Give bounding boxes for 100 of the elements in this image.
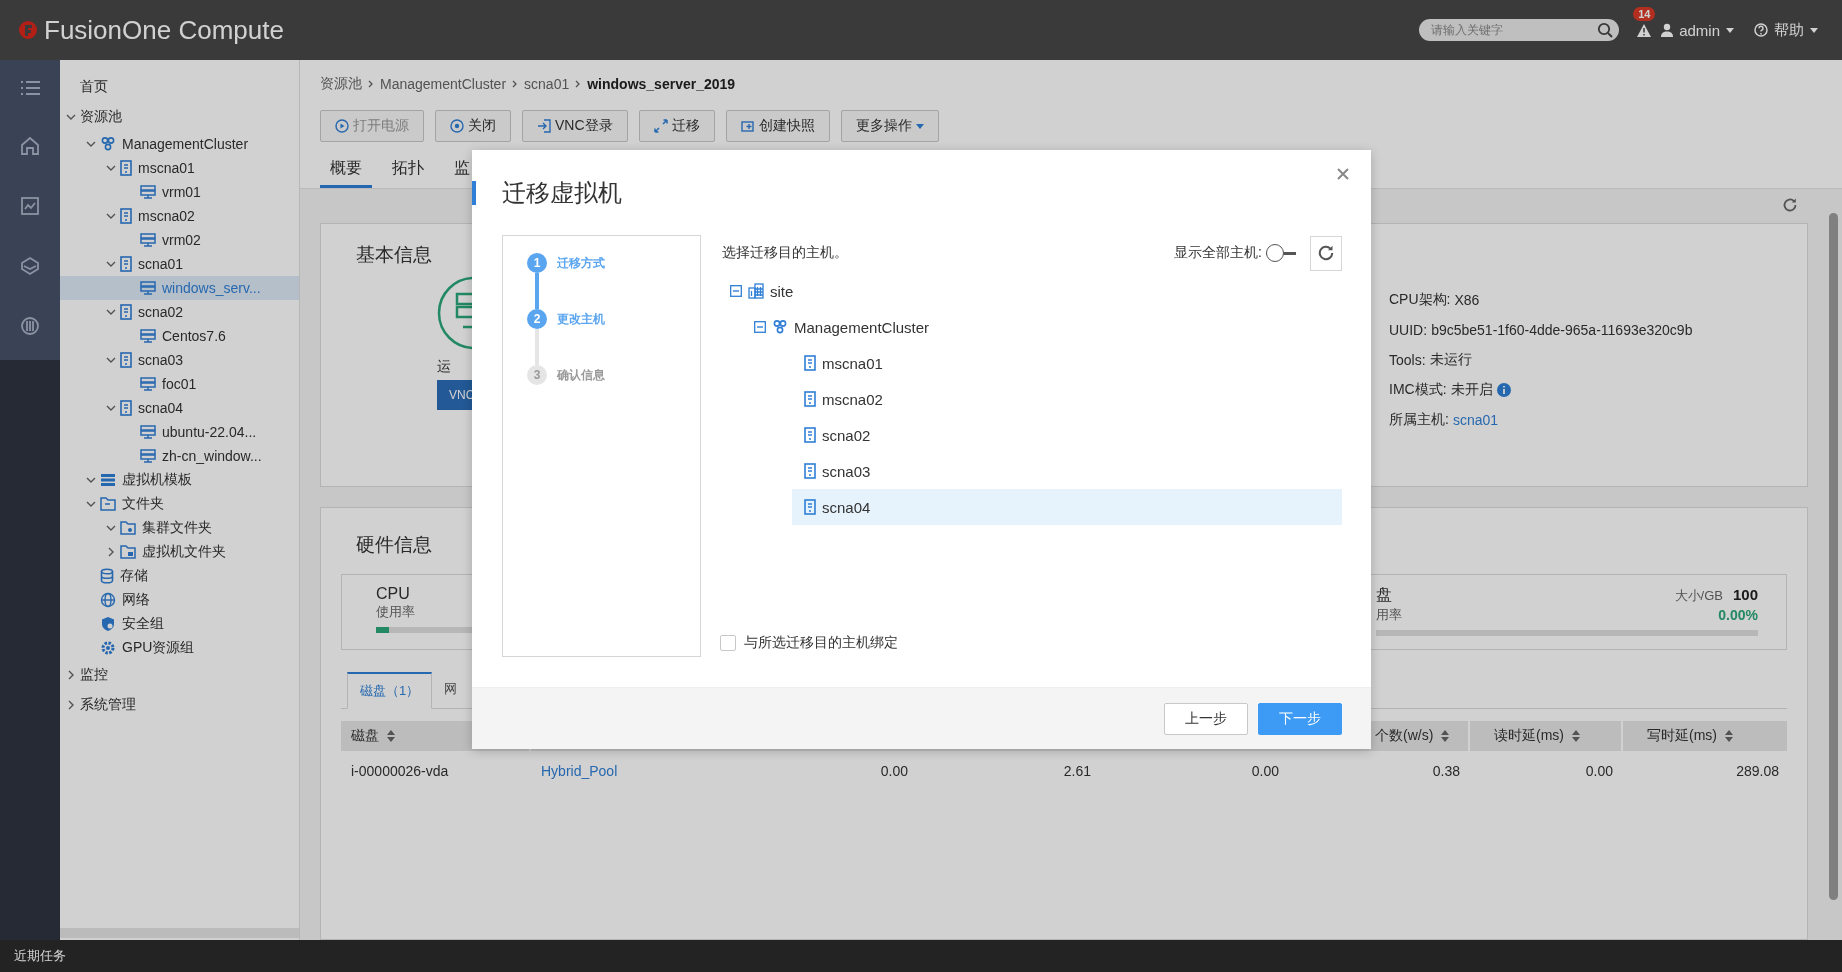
breadcrumb-item[interactable]: ManagementCluster — [380, 76, 507, 92]
help-menu[interactable]: 帮助 — [1754, 20, 1818, 40]
search-icon[interactable] — [1597, 22, 1614, 38]
tree-node[interactable]: site — [730, 273, 1342, 309]
tree-item[interactable]: zh-cn_window... — [60, 444, 299, 468]
tab[interactable]: 网 — [432, 672, 470, 708]
tree-item[interactable]: 集群文件夹 — [60, 516, 299, 540]
chevron-right-icon[interactable] — [66, 700, 76, 710]
tree-item[interactable]: GPU资源组 — [60, 636, 299, 660]
tree-item[interactable]: 监控 — [60, 660, 299, 690]
chevron-down-icon[interactable] — [86, 475, 96, 485]
card-title: 硬件信息 — [356, 533, 432, 557]
tree-item[interactable]: scna02 — [60, 300, 299, 324]
tree-item[interactable]: vrm02 — [60, 228, 299, 252]
tree-item[interactable]: scna04 — [60, 396, 299, 420]
chevron-down-icon[interactable] — [66, 112, 76, 122]
scrollbar[interactable] — [1829, 213, 1838, 900]
chevron-down-icon[interactable] — [106, 211, 116, 221]
chevron-down-icon[interactable] — [106, 403, 116, 413]
cluster-folder-icon — [120, 521, 136, 535]
chevron-right-icon — [368, 80, 374, 88]
tree-item[interactable]: 资源池 — [60, 102, 299, 132]
sort-icon — [1441, 730, 1450, 742]
tree-item[interactable]: 系统管理 — [60, 690, 299, 720]
close-button[interactable] — [1337, 168, 1349, 180]
collapse-icon[interactable] — [754, 321, 766, 333]
breadcrumb-item[interactable]: windows_server_2019 — [587, 76, 736, 92]
tree-item[interactable]: mscna01 — [60, 156, 299, 180]
tree-node[interactable]: mscna02 — [804, 381, 1342, 417]
chevron-right-icon — [575, 80, 582, 88]
chevron-down-icon[interactable] — [106, 523, 116, 533]
tree-item[interactable]: vrm01 — [60, 180, 299, 204]
step-number: 2 — [527, 309, 547, 329]
scrollbar[interactable] — [60, 928, 299, 938]
stop-icon — [450, 119, 464, 133]
server-icon — [120, 352, 132, 368]
chevron-down-icon[interactable] — [106, 259, 116, 269]
tree-item[interactable]: 首页 — [60, 72, 299, 102]
back-button[interactable]: 上一步 — [1164, 702, 1248, 735]
tree-node[interactable]: scna03 — [804, 453, 1342, 489]
toolbar-button[interactable]: 更多操作 — [840, 110, 939, 142]
chevron-down-icon[interactable] — [106, 355, 116, 365]
host-link[interactable]: scna01 — [1452, 412, 1499, 428]
step-label: 迁移方式 — [557, 254, 605, 272]
tree-item[interactable]: mscna02 — [60, 204, 299, 228]
server-icon — [804, 499, 816, 515]
status-bar[interactable]: 近期任务 — [0, 940, 1842, 972]
refresh-button[interactable] — [1310, 235, 1342, 271]
toolbar-button[interactable]: 创建快照 — [725, 110, 830, 142]
menu-icon[interactable] — [20, 80, 40, 96]
breadcrumb-item[interactable]: 资源池 — [320, 75, 362, 93]
warning-icon[interactable] — [1637, 23, 1652, 37]
tree-item[interactable]: 虚拟机模板 — [60, 468, 299, 492]
cluster-icon — [100, 136, 116, 152]
toolbar-button[interactable]: 迁移 — [638, 110, 715, 142]
tree-item[interactable]: ManagementCluster — [60, 132, 299, 156]
chart-icon[interactable] — [20, 196, 40, 216]
breadcrumb-item[interactable]: scna01 — [524, 76, 570, 92]
tree-item[interactable]: scna01 — [60, 252, 299, 276]
storage-link[interactable]: Hybrid_Pool — [541, 763, 618, 779]
tree-item[interactable]: 安全组 — [60, 612, 299, 636]
tree-item[interactable]: 文件夹 — [60, 492, 299, 516]
login-icon — [537, 119, 551, 133]
chevron-down-icon[interactable] — [106, 163, 116, 173]
step-number: 1 — [527, 253, 547, 273]
tree-item[interactable]: Centos7.6 — [60, 324, 299, 348]
tab[interactable]: 拓扑 — [382, 152, 434, 188]
search-field[interactable]: 请输入关键字 — [1419, 19, 1620, 41]
user-menu[interactable]: admin — [1661, 21, 1734, 39]
chevron-right-icon[interactable] — [106, 547, 116, 557]
toolbar-button[interactable]: VNC登录 — [522, 110, 628, 142]
home-icon[interactable] — [20, 136, 40, 156]
tree-item[interactable]: 虚拟机文件夹 — [60, 540, 299, 564]
tab[interactable]: 磁盘（1） — [347, 672, 433, 709]
checkbox[interactable] — [720, 635, 736, 651]
chip-icon[interactable] — [20, 316, 40, 336]
caret-icon — [1810, 27, 1818, 33]
tree-node[interactable]: ManagementCluster — [754, 309, 1342, 345]
tree-item[interactable]: 存储 — [60, 564, 299, 588]
tree-node[interactable]: scna04 — [792, 489, 1342, 525]
tree-item[interactable]: foc01 — [60, 372, 299, 396]
chevron-down-icon[interactable] — [106, 307, 116, 317]
column-header[interactable]: 读时延(ms) — [1470, 721, 1623, 751]
chevron-right-icon[interactable] — [66, 670, 76, 680]
tree-node[interactable]: mscna01 — [804, 345, 1342, 381]
table-cell: i-00000026-vda — [351, 763, 449, 779]
card-title: 基本信息 — [356, 243, 432, 267]
toolbar-button[interactable]: 关闭 — [435, 110, 511, 142]
tree-item[interactable]: ubuntu-22.04... — [60, 420, 299, 444]
tree-item[interactable]: 网络 — [60, 588, 299, 612]
tree-node[interactable]: scna02 — [804, 417, 1342, 453]
chevron-down-icon[interactable] — [86, 139, 96, 149]
layers-icon[interactable] — [20, 256, 40, 276]
dialog-title: 迁移虚拟机 — [502, 177, 622, 208]
column-header[interactable]: 写时延(ms) — [1623, 721, 1789, 751]
info-field: Tools: 未运行 — [1389, 350, 1787, 370]
tree-item[interactable]: scna03 — [60, 348, 299, 372]
shield-icon — [100, 616, 116, 632]
collapse-icon[interactable] — [730, 285, 742, 297]
chevron-down-icon[interactable] — [86, 499, 96, 509]
